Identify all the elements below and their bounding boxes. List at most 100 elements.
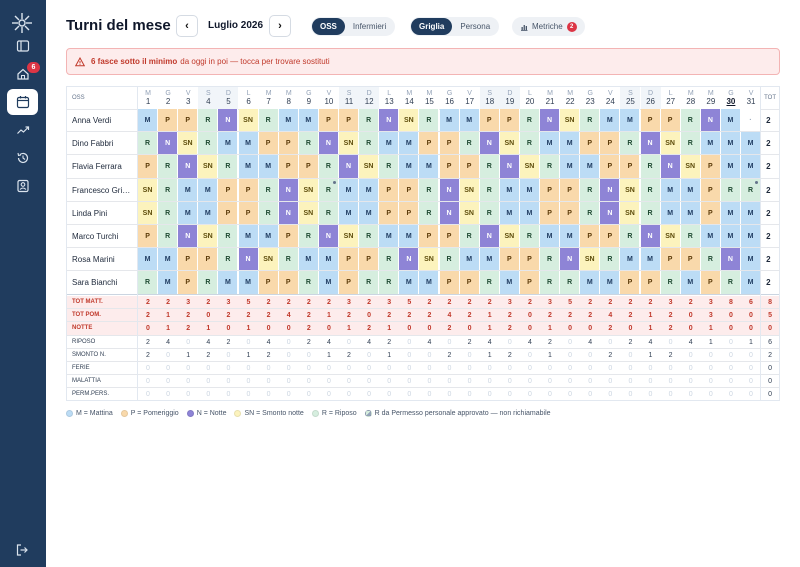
shift-cell[interactable]: N (439, 201, 460, 225)
shift-cell[interactable]: N (640, 132, 661, 156)
shift-cell[interactable]: R (218, 248, 239, 272)
shift-cell[interactable]: M (158, 271, 179, 295)
shift-cell[interactable]: R (359, 271, 380, 295)
shift-cell[interactable]: R (359, 132, 380, 156)
shift-cell[interactable]: P (399, 201, 420, 225)
shift-cell[interactable]: M (298, 248, 319, 272)
shift-cell[interactable]: SN (499, 132, 520, 156)
shift-cell[interactable]: M (741, 248, 762, 272)
staff-name[interactable]: Flavia Ferrara (72, 162, 136, 171)
shift-cell[interactable]: M (298, 109, 319, 132)
shift-cell[interactable]: M (580, 271, 601, 295)
shift-cell[interactable]: P (278, 225, 299, 248)
shift-cell[interactable]: R (560, 271, 581, 295)
shift-cell[interactable]: M (560, 132, 581, 156)
shift-cell[interactable]: M (600, 109, 621, 132)
shift-cell[interactable]: N (560, 248, 581, 272)
prev-month-button[interactable]: ‹ (176, 15, 198, 37)
sidebar-item-calendar[interactable] (7, 89, 38, 115)
shift-cell[interactable]: R (700, 248, 721, 272)
shift-cell[interactable]: R (640, 201, 661, 225)
shift-cell[interactable]: M (560, 155, 581, 179)
shift-cell[interactable]: M (439, 109, 460, 132)
shift-cell[interactable]: P (660, 109, 681, 132)
shift-cell[interactable]: R (218, 155, 239, 179)
shift-cell[interactable]: R (519, 132, 540, 156)
shift-cell[interactable]: R (359, 225, 380, 248)
shift-cell[interactable]: SN (138, 178, 159, 202)
shift-cell[interactable]: M (399, 155, 420, 179)
shift-cell[interactable]: R (600, 248, 621, 272)
staff-name[interactable]: Francesco Grimaldi (72, 186, 136, 195)
shift-cell[interactable]: P (560, 178, 581, 202)
shift-cell[interactable]: N (379, 109, 400, 132)
shift-cell[interactable]: P (700, 155, 721, 179)
shift-cell[interactable]: P (178, 248, 199, 272)
shift-cell[interactable]: P (278, 155, 299, 179)
shift-cell[interactable]: N (600, 201, 621, 225)
shift-cell[interactable]: R (640, 178, 661, 202)
shift-cell[interactable]: M (700, 225, 721, 248)
shift-cell[interactable]: R (258, 201, 279, 225)
shift-cell[interactable]: R (540, 248, 561, 272)
shift-cell[interactable]: M (178, 178, 199, 202)
shift-cell[interactable]: M (720, 201, 741, 225)
shift-cell[interactable]: P (580, 225, 601, 248)
shift-cell[interactable]: SN (459, 178, 480, 202)
shift-cell[interactable]: M (720, 155, 741, 179)
shift-cell[interactable]: P (620, 271, 641, 295)
shift-cell[interactable]: P (439, 132, 460, 156)
shift-cell[interactable]: N (720, 248, 741, 272)
shift-cell[interactable]: P (178, 271, 199, 295)
shift-cell[interactable]: M (499, 201, 520, 225)
shift-cell[interactable]: R (479, 178, 500, 202)
shift-cell[interactable]: R (540, 155, 561, 179)
shift-cell[interactable]: M (379, 132, 400, 156)
shift-cell[interactable]: P (258, 132, 279, 156)
shift-cell[interactable]: SN (680, 155, 701, 179)
shift-cell[interactable]: R (459, 225, 480, 248)
shift-cell[interactable]: P (600, 155, 621, 179)
shift-cell[interactable]: N (218, 109, 239, 132)
shift-cell[interactable]: SN (580, 248, 601, 272)
shift-cell[interactable]: M (399, 225, 420, 248)
tab-persona[interactable]: Persona (452, 18, 498, 35)
shift-cell[interactable]: M (680, 201, 701, 225)
shift-cell[interactable]: M (519, 178, 540, 202)
shift-cell[interactable]: SN (298, 178, 319, 202)
shift-cell[interactable]: R (318, 201, 339, 225)
shift-cell[interactable]: SN (620, 178, 641, 202)
shift-cell[interactable]: M (379, 225, 400, 248)
shift-cell[interactable]: N (318, 132, 339, 156)
shift-cell[interactable]: P (620, 155, 641, 179)
staff-name[interactable]: Dino Fabbri (72, 139, 136, 148)
shift-cell[interactable]: M (359, 201, 380, 225)
shift-cell[interactable]: P (580, 132, 601, 156)
shift-cell[interactable]: SN (499, 225, 520, 248)
shift-cell[interactable]: N (278, 201, 299, 225)
shift-cell[interactable]: M (680, 178, 701, 202)
shift-cell[interactable]: P (680, 248, 701, 272)
shift-cell[interactable]: R (419, 201, 440, 225)
shift-cell[interactable]: N (238, 248, 259, 272)
shift-cell[interactable]: P (640, 271, 661, 295)
shift-cell[interactable]: P (479, 109, 500, 132)
shift-cell[interactable]: P (138, 225, 159, 248)
shift-cell[interactable]: P (379, 178, 400, 202)
shift-cell[interactable]: P (318, 109, 339, 132)
understaffing-alert[interactable]: 6 fasce sotto il minimo da oggi in poi —… (66, 48, 780, 75)
shift-cell[interactable]: SN (620, 201, 641, 225)
shift-cell[interactable]: P (700, 178, 721, 202)
shift-cell[interactable]: M (318, 271, 339, 295)
shift-cell[interactable]: M (459, 248, 480, 272)
shift-cell[interactable]: R (660, 271, 681, 295)
shift-cell[interactable]: M (178, 201, 199, 225)
shift-cell[interactable]: M (138, 109, 159, 132)
shift-cell[interactable]: P (218, 201, 239, 225)
shift-cell[interactable]: M (499, 178, 520, 202)
shift-cell[interactable]: R (580, 109, 601, 132)
shift-cell[interactable]: M (600, 271, 621, 295)
shift-cell[interactable]: P (519, 248, 540, 272)
shift-cell[interactable]: P (700, 271, 721, 295)
shift-cell[interactable]: R (620, 225, 641, 248)
